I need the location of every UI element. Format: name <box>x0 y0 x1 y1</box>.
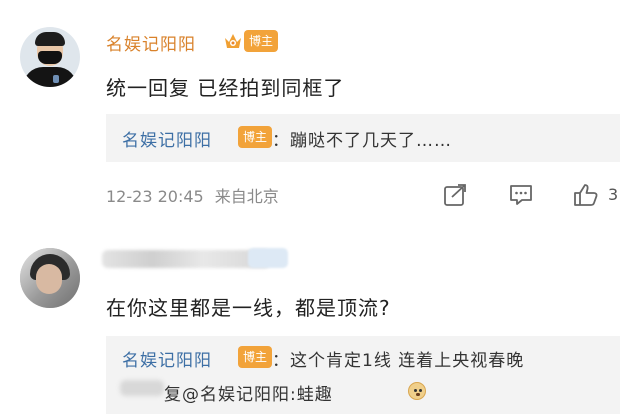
doge-emoji-icon <box>408 382 426 400</box>
quote-author-badge: 博主 <box>238 346 273 368</box>
quote-author[interactable]: 名娱记阳阳 <box>122 126 212 151</box>
avatar[interactable] <box>20 27 80 87</box>
comment-text: 统一回复 已经拍到同框了 <box>106 76 345 100</box>
quote-text: ：这个肯定1线 连着上央视春晚 <box>272 351 525 371</box>
comment-text: 在你这里都是一线，都是顶流? <box>106 296 391 320</box>
share-icon[interactable] <box>442 182 468 208</box>
like-count: 3 <box>608 185 619 204</box>
comment-author[interactable]: 名娱记阳阳 <box>106 30 196 55</box>
quoted-comment[interactable]: 名娱记阳阳 博主 ：蹦哒不了几天了…… <box>106 114 620 162</box>
crown-vip-icon <box>225 34 241 48</box>
reply-text: 复@名娱记阳阳:蛙趣 <box>164 385 333 405</box>
reply-author-blurred[interactable] <box>120 380 164 396</box>
comment-author-blurred[interactable] <box>102 250 270 268</box>
quoted-comment[interactable]: 名娱记阳阳 博主 ：这个肯定1线 连着上央视春晚 复@名娱记阳阳:蛙趣 <box>106 336 620 414</box>
avatar[interactable] <box>20 248 80 308</box>
quote-author-badge: 博主 <box>238 126 273 148</box>
like-icon[interactable] <box>572 182 600 208</box>
quote-text: ：蹦哒不了几天了…… <box>272 131 452 151</box>
comment-thread: 名娱记阳阳 博主 统一回复 已经拍到同框了 名娱记阳阳 博主 ：蹦哒不了几天了…… <box>0 0 640 419</box>
quote-author[interactable]: 名娱记阳阳 <box>122 346 212 371</box>
comment-icon[interactable] <box>508 182 534 208</box>
author-badge: 博主 <box>244 30 279 52</box>
timestamp: 12-23 20:45 <box>106 187 204 206</box>
comment-meta: 12-23 20:45 来自北京 <box>106 183 279 207</box>
location: 来自北京 <box>214 187 279 206</box>
author-badge-blurred <box>248 248 288 268</box>
